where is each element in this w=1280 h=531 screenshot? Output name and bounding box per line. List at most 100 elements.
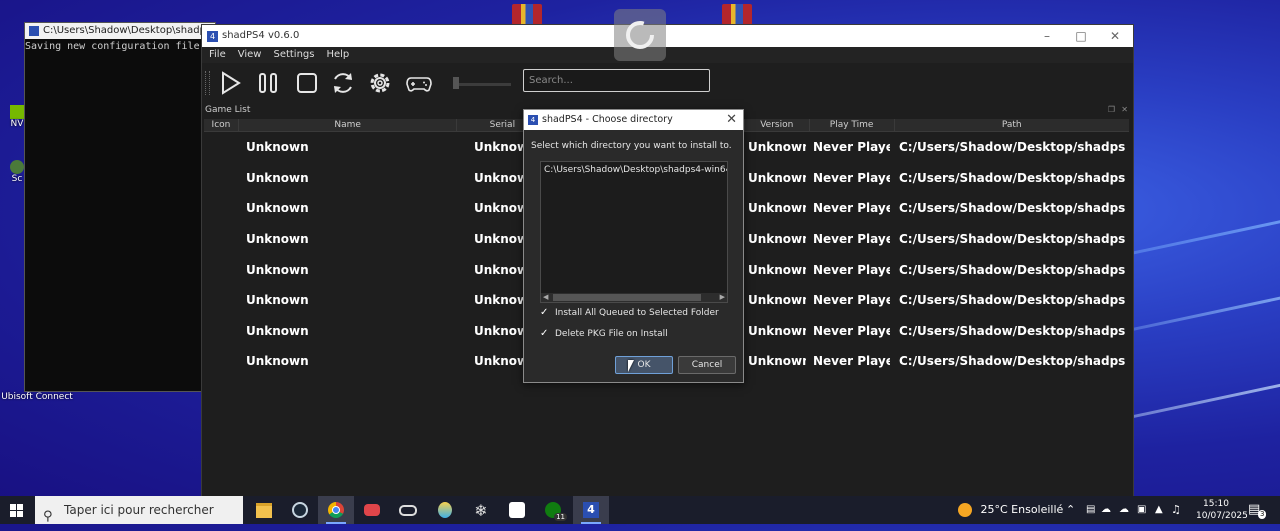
stop-button[interactable] [292, 69, 322, 97]
settings-button[interactable] [365, 69, 395, 97]
controller-app-icon[interactable] [390, 496, 426, 524]
winrar-desktop-icon[interactable] [512, 4, 542, 26]
search-icon: ⚲ [43, 509, 53, 524]
close-button[interactable]: ✕ [1098, 25, 1132, 47]
controller-settings-button[interactable] [404, 69, 434, 97]
menu-file[interactable]: File [209, 47, 226, 63]
menu-help[interactable]: Help [326, 47, 349, 63]
cell-path: C:/Users/Shadow/Desktop/shadps4-win6 [899, 232, 1125, 247]
tray-volume-icon[interactable]: ♫ [1171, 496, 1181, 524]
sun-icon [958, 503, 972, 517]
cell-play-time: Never Played [813, 232, 890, 247]
search-input[interactable]: Search... [523, 69, 710, 92]
snowflake-app-icon[interactable]: ❄ [463, 496, 499, 524]
cell-play-time: Never Played [813, 262, 890, 277]
shortcut-icon [10, 160, 24, 174]
column-path[interactable]: Path [895, 119, 1129, 131]
taskbar-search-input[interactable]: ⚲ Taper ici pour rechercher [35, 496, 243, 524]
weather-widget[interactable]: 25°C Ensoleillé [958, 496, 1063, 524]
maximize-button[interactable]: □ [1064, 25, 1098, 47]
column-icon[interactable]: Icon [204, 119, 239, 131]
xbox-icon[interactable]: 11 [535, 496, 571, 524]
play-button[interactable] [215, 69, 245, 97]
system-clock[interactable]: 15:10 10/07/2025 [1196, 498, 1248, 522]
tray-onedrive-icon[interactable]: ☁ [1119, 496, 1129, 524]
cell-version: Unknown [748, 140, 806, 155]
xbox-badge: 11 [554, 513, 567, 521]
tray-cloud-icon[interactable]: ☁ [1101, 496, 1111, 524]
game-list-label: Game List [205, 105, 251, 115]
pause-button[interactable] [253, 69, 283, 97]
weather-text: 25°C Ensoleillé [980, 503, 1064, 516]
icon-size-slider-handle[interactable] [453, 77, 459, 89]
desktop-icon-label: Sc [11, 174, 23, 184]
menu-settings[interactable]: Settings [273, 47, 314, 63]
list-item[interactable]: C:\Users\Shadow\Desktop\shadps4-win64-qt… [541, 162, 727, 178]
steam-icon[interactable] [282, 496, 318, 524]
column-version[interactable]: Version [745, 119, 810, 131]
scroll-left-icon[interactable]: ◀ [543, 293, 548, 302]
cell-play-time: Never Played [813, 201, 890, 216]
console-titlebar[interactable]: C:\Users\Shadow\Desktop\shadps4-win6 [25, 23, 215, 39]
cell-version: Unknown [748, 232, 806, 247]
game-app-icon[interactable] [354, 496, 390, 524]
cell-name: Unknown [246, 293, 309, 308]
app-icon [29, 26, 39, 36]
tray-wifi-icon[interactable]: ▲ [1155, 496, 1163, 524]
cell-name: Unknown [246, 354, 309, 369]
minimize-button[interactable]: – [1030, 25, 1064, 47]
shadps4-taskbar-icon[interactable]: 4 [573, 496, 609, 524]
tray-network-icon[interactable]: ▤ [1086, 496, 1095, 524]
delete-pkg-checkbox[interactable]: ✓ Delete PKG File on Install [540, 328, 668, 340]
ok-button[interactable]: OK [615, 356, 673, 374]
icon-size-slider-track[interactable] [453, 83, 511, 86]
directory-list[interactable]: C:\Users\Shadow\Desktop\shadps4-win64-qt… [540, 161, 728, 303]
cell-play-time: Never Played [813, 293, 890, 308]
cell-play-time: Never Played [813, 170, 890, 185]
cell-path: C:/Users/Shadow/Desktop/shadps4-win6 [899, 293, 1125, 308]
toolbar: Search... [202, 63, 1133, 103]
checkbox-label: Install All Queued to Selected Folder [555, 308, 719, 318]
close-panel-icon[interactable]: ✕ [1121, 104, 1128, 116]
scroll-right-icon[interactable]: ▶ [720, 293, 725, 302]
cell-name: Unknown [246, 232, 309, 247]
app-titlebar[interactable]: 4 shadPS4 v0.6.0 – □ ✕ [202, 25, 1133, 47]
dialog-close-button[interactable]: ✕ [726, 110, 737, 130]
cell-path: C:/Users/Shadow/Desktop/shadps4-win6 [899, 201, 1125, 216]
tray-display-icon[interactable]: ▣ [1137, 496, 1146, 524]
file-explorer-icon[interactable] [246, 496, 282, 524]
cell-path: C:/Users/Shadow/Desktop/shadps4-win6 [899, 140, 1125, 155]
cell-version: Unknown [748, 293, 806, 308]
console-window[interactable]: C:\Users\Shadow\Desktop\shadps4-win6 Sav… [24, 22, 216, 392]
winrar-desktop-icon[interactable] [722, 4, 752, 26]
cancel-button[interactable]: Cancel [678, 356, 736, 374]
checkmark-icon: ✓ [540, 328, 549, 339]
cell-play-time: Never Played [813, 323, 890, 338]
colorful-app-icon[interactable] [427, 496, 463, 524]
toolbar-grip[interactable] [205, 71, 210, 95]
install-all-checkbox[interactable]: ✓ Install All Queued to Selected Folder [540, 308, 719, 319]
notification-count: 3 [1258, 510, 1267, 519]
cell-name: Unknown [246, 201, 309, 216]
gamepad-icon [406, 77, 432, 92]
xbox-companion-icon[interactable] [499, 496, 535, 524]
cell-path: C:/Users/Shadow/Desktop/shadps4-win6 [899, 262, 1125, 277]
cell-play-time: Never Played [813, 140, 890, 155]
column-name[interactable]: Name [239, 119, 458, 131]
dialog-prompt: Select which directory you want to insta… [531, 141, 732, 151]
horizontal-scrollbar[interactable]: ◀ ▶ [541, 293, 727, 302]
app-title: shadPS4 v0.6.0 [222, 30, 300, 41]
choose-directory-dialog[interactable]: 4 shadPS4 - Choose directory ✕ Select wh… [523, 109, 744, 383]
scroll-thumb[interactable] [553, 294, 701, 301]
dialog-titlebar[interactable]: 4 shadPS4 - Choose directory ✕ [524, 110, 743, 130]
cell-name: Unknown [246, 170, 309, 185]
chrome-icon[interactable] [318, 496, 354, 524]
dialog-title: shadPS4 - Choose directory [542, 114, 673, 125]
desktop-icon-label: NV [10, 119, 24, 129]
refresh-button[interactable] [328, 69, 358, 97]
float-panel-icon[interactable]: ❐ [1108, 104, 1115, 116]
tray-chevron-icon[interactable]: ⌃ [1066, 496, 1075, 524]
column-play-time[interactable]: Play Time [810, 119, 895, 131]
menu-view[interactable]: View [238, 47, 262, 63]
windows-start-icon[interactable] [10, 504, 23, 517]
